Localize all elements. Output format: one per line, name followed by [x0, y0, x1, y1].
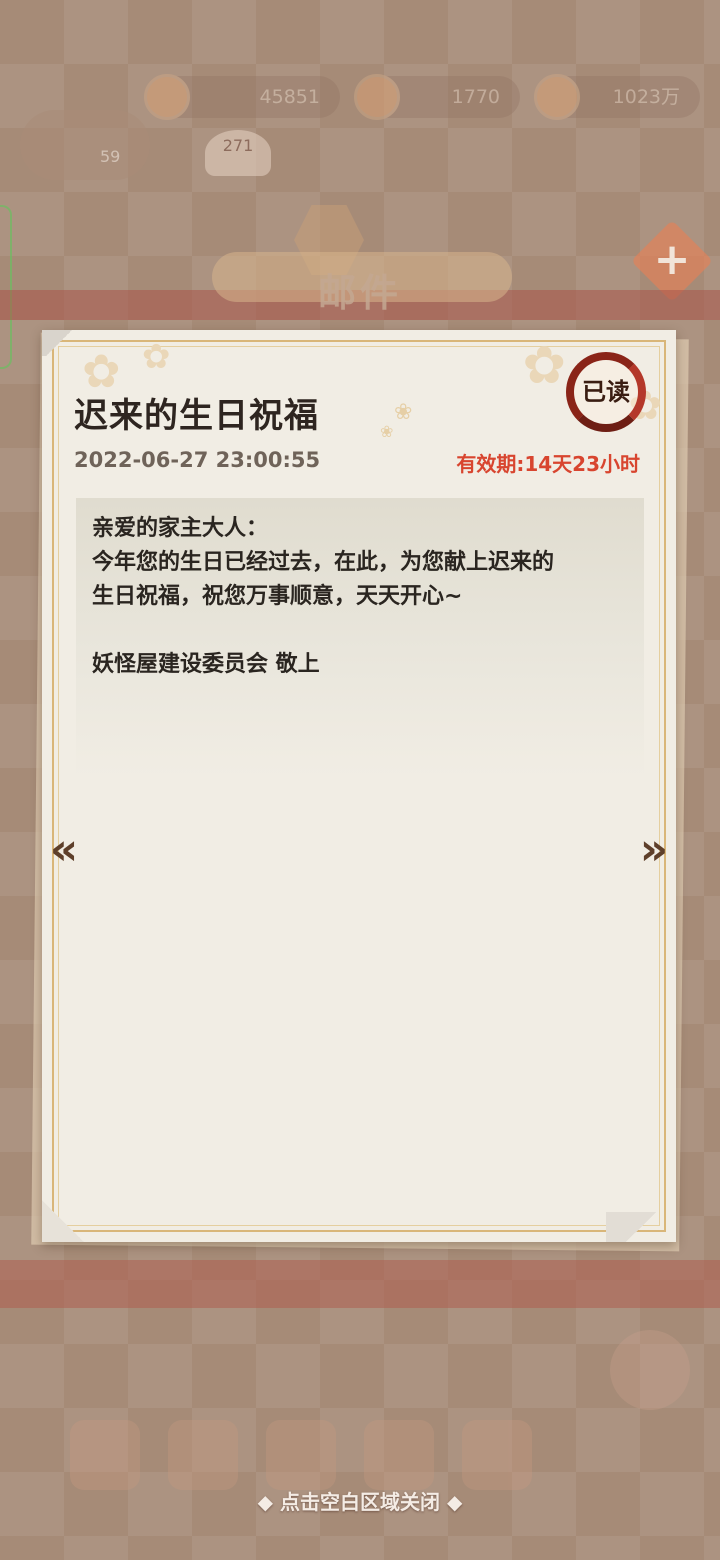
mail-date: 2022-06-27 23:00:55 — [74, 448, 321, 472]
page-title: 邮件 — [317, 271, 402, 315]
resource-value-3: 1023万 — [612, 86, 680, 108]
resource-pill-3: 1023万 — [534, 74, 700, 120]
read-stamp: 已读 — [566, 352, 646, 432]
chevron-left-icon: « — [49, 824, 79, 875]
nav-icon — [266, 1420, 336, 1490]
nav-icon — [70, 1420, 140, 1490]
player-level: 59 — [100, 147, 121, 166]
coin-icon — [534, 74, 580, 120]
mail-body: 亲爱的家主大人： 今年您的生日已经过去，在此，为您献上迟来的 生日祝福，祝您万事… — [76, 498, 644, 778]
flower-coin-icon — [144, 74, 190, 120]
mail-greeting: 亲爱的家主大人： — [92, 516, 269, 541]
petal-icon: ❀ — [394, 400, 413, 425]
resource-value-2: 1770 — [451, 86, 500, 108]
bottom-band — [0, 1260, 720, 1308]
mail-signature: 妖怪屋建设委员会 敬上 — [92, 652, 320, 677]
side-bubble — [610, 1330, 690, 1410]
chevron-right-icon: » — [639, 824, 669, 875]
gem-icon — [354, 74, 400, 120]
sakura-icon: ✿ — [142, 337, 171, 377]
resource-pill-1: 45851 — [144, 74, 340, 120]
fan-icon: 271 — [205, 130, 271, 176]
nav-icon — [364, 1420, 434, 1490]
mail-expiry: 有效期:14天23小时 — [456, 452, 640, 476]
player-badge — [20, 110, 150, 180]
paper-inner-border — [58, 346, 660, 1226]
nav-icon — [168, 1420, 238, 1490]
next-mail-button[interactable]: » — [636, 828, 672, 874]
sakura-icon: ✿ — [522, 336, 566, 396]
corner-curl — [606, 1212, 676, 1242]
nav-icon — [462, 1420, 532, 1490]
mail-body-line: 今年您的生日已经过去，在此，为您献上迟来的 — [92, 550, 555, 575]
prev-mail-button[interactable]: « — [46, 828, 82, 874]
mail-title: 迟来的生日祝福 — [74, 396, 319, 436]
resource-pill-2: 1770 — [354, 74, 520, 120]
petal-icon: ❀ — [380, 422, 394, 441]
corner-curl — [42, 1182, 102, 1242]
mail-card: ✿ ✿ ✿ ✿ ❀ ❀ 迟来的生日祝福 已读 2022-06-27 23:00:… — [42, 330, 676, 1242]
close-hint[interactable]: ◆ 点击空白区域关闭 ◆ — [0, 1486, 720, 1515]
resource-value-1: 45851 — [259, 86, 320, 108]
mail-body-line: 生日祝福，祝您万事顺意，天天开心~ — [92, 584, 463, 609]
corner-curl — [42, 330, 76, 356]
